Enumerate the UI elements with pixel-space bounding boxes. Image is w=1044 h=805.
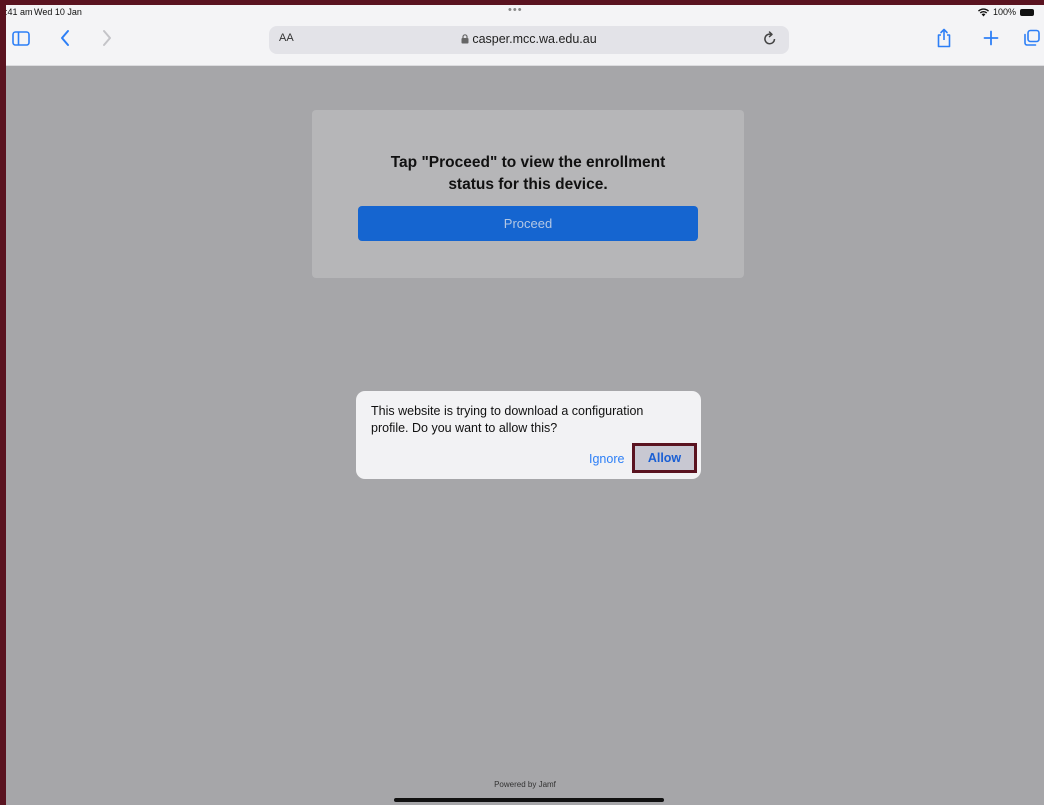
status-time: 2:41 am — [6, 7, 33, 17]
back-icon[interactable] — [54, 27, 76, 49]
enrollment-message-line2: status for this device. — [448, 176, 608, 193]
alert-message-line1: This website is trying to download a con… — [371, 404, 644, 418]
enrollment-message: Tap "Proceed" to view the enrollment sta… — [352, 152, 704, 196]
screen: 2:41 am Wed 10 Jan ••• 100% AA — [6, 5, 1044, 805]
url-text: casper.mcc.wa.edu.au — [472, 32, 597, 46]
reload-icon[interactable] — [763, 30, 777, 51]
enrollment-message-line1: Tap "Proceed" to view the enrollment — [390, 154, 666, 171]
sidebar-icon[interactable] — [10, 27, 32, 49]
address-bar[interactable]: AA casper.mcc.wa.edu.au — [269, 26, 789, 54]
ignore-button[interactable]: Ignore — [589, 452, 624, 466]
alert-message-line2: profile. Do you want to allow this? — [371, 421, 558, 435]
enrollment-card: Tap "Proceed" to view the enrollment sta… — [312, 110, 744, 278]
alert-message: This website is trying to download a con… — [371, 403, 686, 437]
lock-icon — [461, 34, 469, 44]
battery-percent: 100% — [992, 7, 1016, 17]
browser-toolbar: 2:41 am Wed 10 Jan ••• 100% AA — [6, 5, 1044, 66]
proceed-button[interactable]: Proceed — [358, 206, 698, 241]
tabs-icon[interactable] — [1022, 27, 1042, 49]
home-indicator[interactable] — [394, 798, 664, 802]
powered-by-footer: Powered by Jamf — [494, 780, 556, 789]
share-icon[interactable] — [934, 27, 954, 49]
wifi-icon — [977, 7, 989, 16]
status-right: 100% — [977, 7, 1034, 17]
plus-icon[interactable] — [981, 27, 1001, 49]
multitask-dots[interactable]: ••• — [508, 5, 523, 16]
battery-icon — [1020, 8, 1034, 16]
forward-icon[interactable] — [96, 27, 118, 49]
status-date: Wed 10 Jan — [34, 7, 82, 17]
allow-button[interactable]: Allow — [632, 443, 697, 473]
download-profile-alert: This website is trying to download a con… — [356, 391, 701, 479]
url-display[interactable]: casper.mcc.wa.edu.au — [269, 32, 789, 46]
